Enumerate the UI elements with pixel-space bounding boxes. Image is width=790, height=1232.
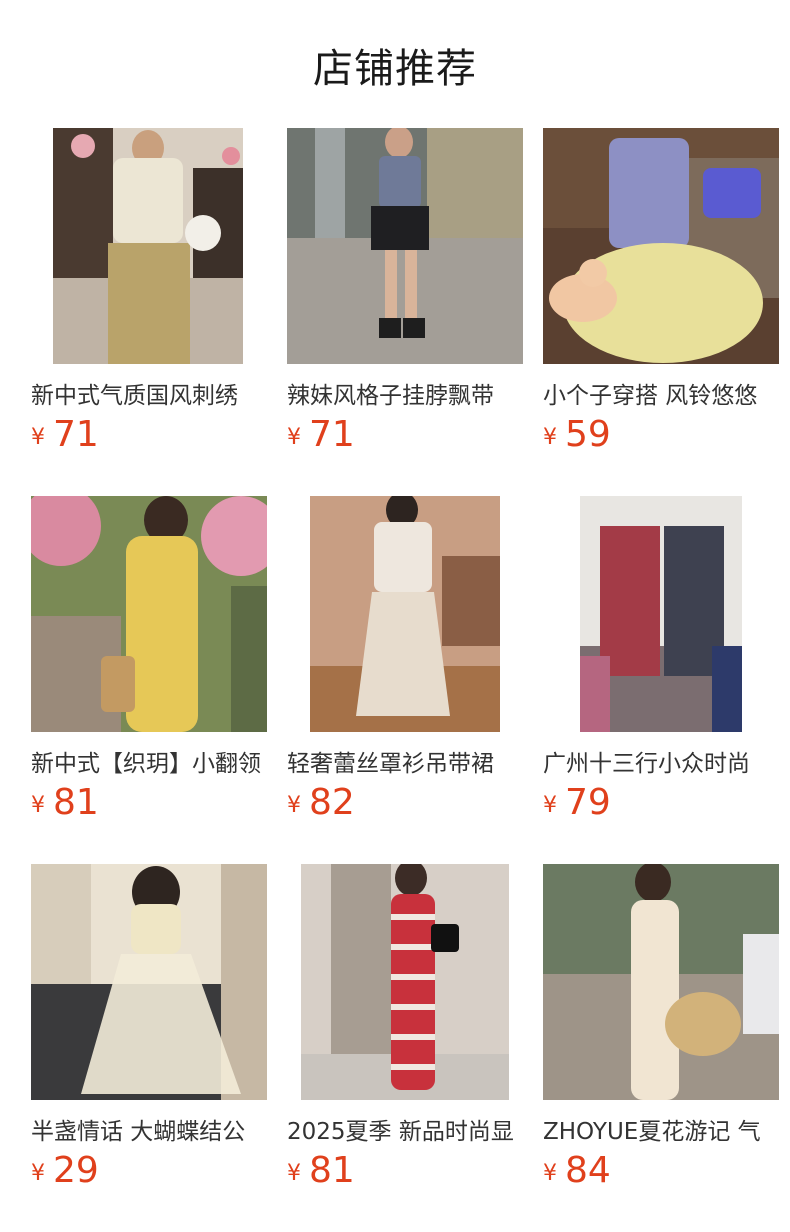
product-title[interactable]: 半盏情话 大蝴蝶结公 bbox=[31, 1112, 267, 1144]
product-image[interactable] bbox=[31, 128, 267, 364]
currency-symbol: ¥ bbox=[31, 793, 45, 818]
product-card[interactable]: 小个子穿搭 风铃悠悠 ¥59 bbox=[543, 128, 779, 468]
product-card[interactable]: 2025夏季 新品时尚显 ¥81 bbox=[287, 864, 523, 1204]
currency-symbol: ¥ bbox=[543, 793, 557, 818]
product-card[interactable]: 辣妹风格子挂脖飘带 ¥71 bbox=[287, 128, 523, 468]
price-value: 29 bbox=[53, 1150, 99, 1191]
price-value: 81 bbox=[53, 782, 99, 823]
product-image[interactable] bbox=[287, 864, 523, 1100]
product-card[interactable]: ZHOYUE夏花游记 气 ¥84 bbox=[543, 864, 779, 1204]
product-price: ¥81 bbox=[31, 782, 99, 823]
currency-symbol: ¥ bbox=[31, 425, 45, 450]
product-title[interactable]: 小个子穿搭 风铃悠悠 bbox=[543, 376, 779, 408]
price-value: 82 bbox=[309, 782, 355, 823]
product-title[interactable]: 轻奢蕾丝罩衫吊带裙 bbox=[287, 744, 523, 776]
product-price: ¥71 bbox=[287, 414, 355, 455]
product-price: ¥81 bbox=[287, 1150, 355, 1191]
product-price: ¥71 bbox=[31, 414, 99, 455]
product-price: ¥29 bbox=[31, 1150, 99, 1191]
product-title[interactable]: 新中式【织玥】小翻领 bbox=[31, 744, 267, 776]
price-value: 71 bbox=[309, 414, 355, 455]
product-price: ¥82 bbox=[287, 782, 355, 823]
price-value: 79 bbox=[565, 782, 611, 823]
product-title[interactable]: 辣妹风格子挂脖飘带 bbox=[287, 376, 523, 408]
product-card[interactable]: 新中式气质国风刺绣 ¥71 bbox=[31, 128, 267, 468]
product-image[interactable] bbox=[543, 496, 779, 732]
product-image[interactable] bbox=[287, 496, 523, 732]
product-image[interactable] bbox=[543, 128, 779, 364]
product-price: ¥79 bbox=[543, 782, 611, 823]
price-value: 71 bbox=[53, 414, 99, 455]
price-value: 84 bbox=[565, 1150, 611, 1191]
product-price: ¥59 bbox=[543, 414, 611, 455]
product-price: ¥84 bbox=[543, 1150, 611, 1191]
product-image[interactable] bbox=[543, 864, 779, 1100]
price-value: 81 bbox=[309, 1150, 355, 1191]
currency-symbol: ¥ bbox=[287, 793, 301, 818]
currency-symbol: ¥ bbox=[287, 425, 301, 450]
product-image[interactable] bbox=[31, 496, 267, 732]
currency-symbol: ¥ bbox=[543, 425, 557, 450]
currency-symbol: ¥ bbox=[287, 1161, 301, 1186]
product-title[interactable]: ZHOYUE夏花游记 气 bbox=[543, 1112, 779, 1144]
product-image[interactable] bbox=[287, 128, 523, 364]
product-title[interactable]: 新中式气质国风刺绣 bbox=[31, 376, 267, 408]
product-card[interactable]: 半盏情话 大蝴蝶结公 ¥29 bbox=[31, 864, 267, 1204]
price-value: 59 bbox=[565, 414, 611, 455]
currency-symbol: ¥ bbox=[543, 1161, 557, 1186]
section-title: 店铺推荐 bbox=[313, 46, 477, 92]
product-image[interactable] bbox=[31, 864, 267, 1100]
product-card[interactable]: 新中式【织玥】小翻领 ¥81 bbox=[31, 496, 267, 836]
product-card[interactable]: 轻奢蕾丝罩衫吊带裙 ¥82 bbox=[287, 496, 523, 836]
product-title[interactable]: 2025夏季 新品时尚显 bbox=[287, 1112, 523, 1144]
product-title[interactable]: 广州十三行小众时尚 bbox=[543, 744, 779, 776]
product-card[interactable]: 广州十三行小众时尚 ¥79 bbox=[543, 496, 779, 836]
currency-symbol: ¥ bbox=[31, 1161, 45, 1186]
